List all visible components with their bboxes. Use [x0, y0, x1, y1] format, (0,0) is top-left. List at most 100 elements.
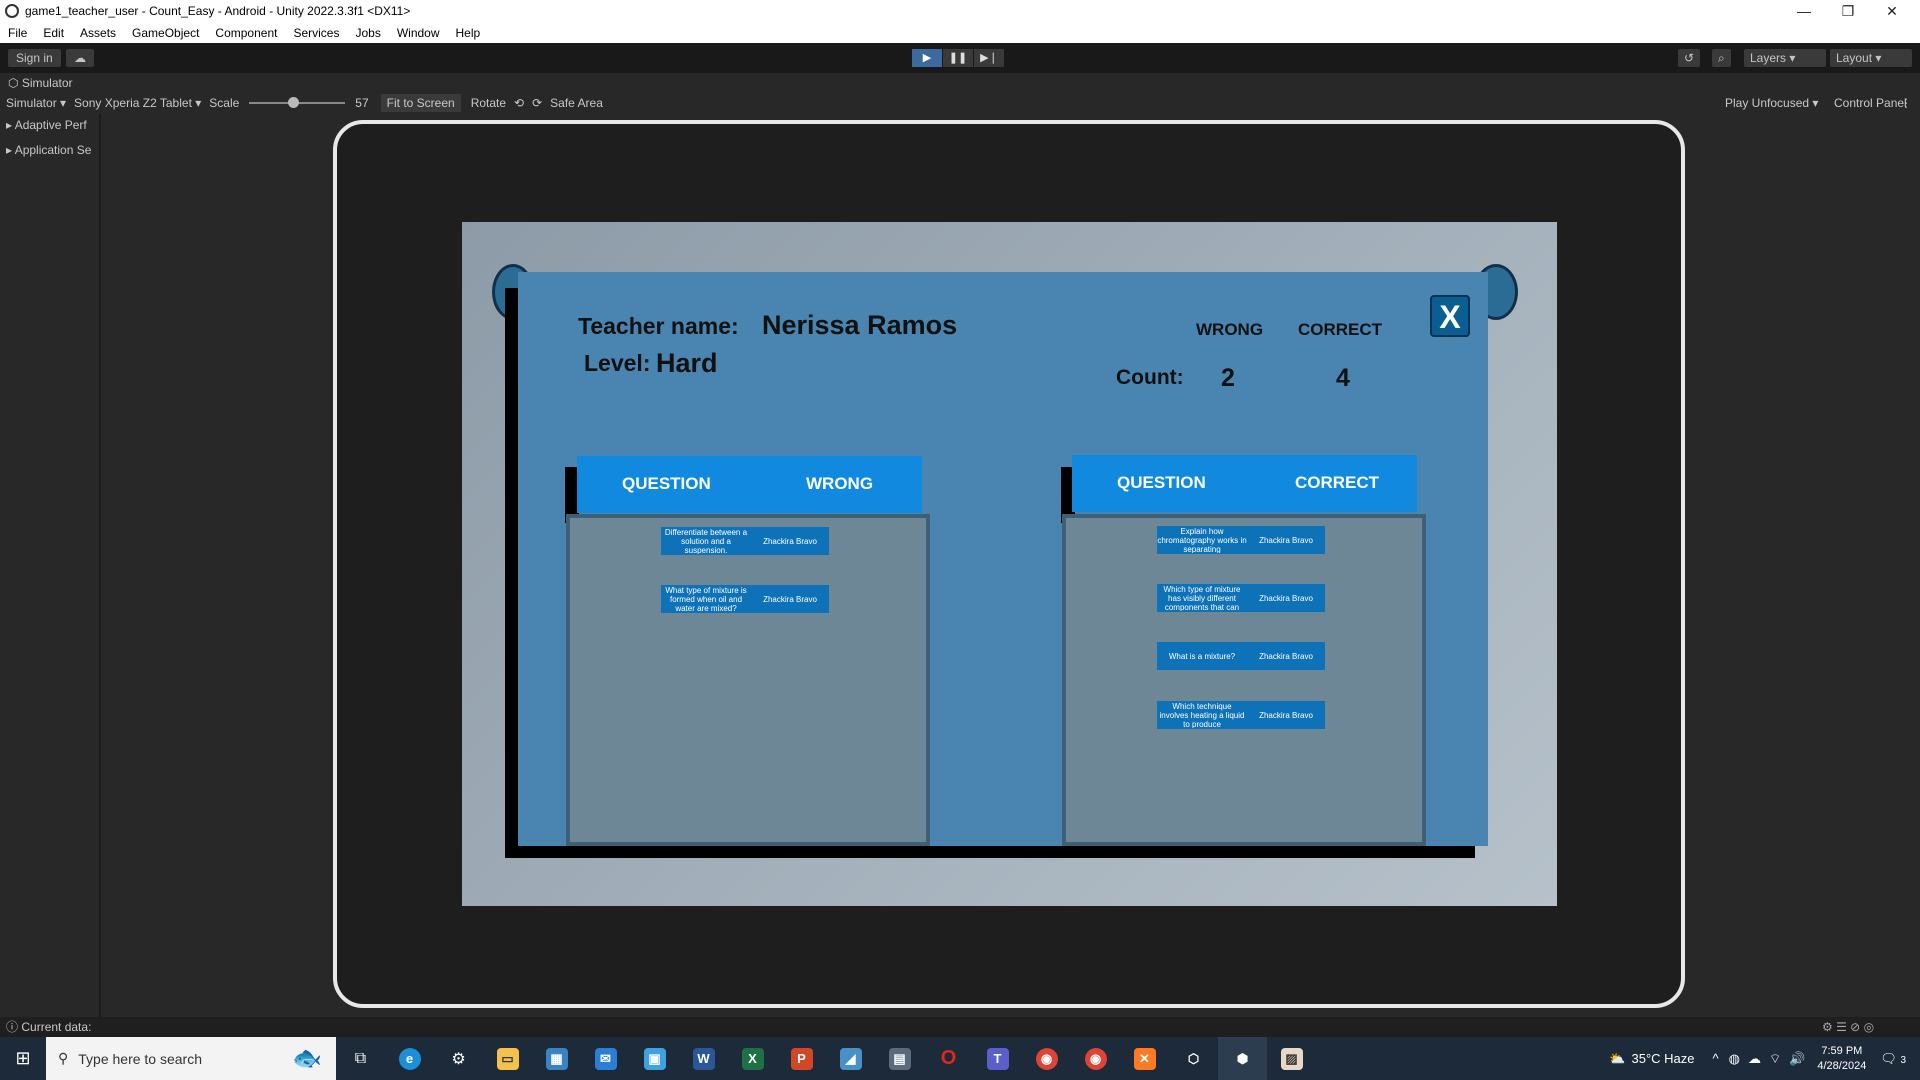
rotate-right-icon[interactable]: ⟳ — [530, 96, 544, 110]
chrome-icon[interactable]: ◉ — [1022, 1037, 1071, 1080]
search-icon[interactable]: ⌕ — [1712, 49, 1731, 67]
image-viewer-icon[interactable]: ▨ — [1267, 1037, 1316, 1080]
close-button[interactable]: X — [1430, 295, 1470, 337]
count-label: Count: — [1116, 366, 1184, 389]
unity-hub-icon[interactable]: ⬡ — [1169, 1037, 1218, 1080]
table-row[interactable]: What is a mixture? Zhackira Bravo — [1157, 642, 1325, 670]
chrome-profile-icon[interactable]: ◉ — [1071, 1037, 1120, 1080]
mail-icon[interactable]: ✉ — [581, 1037, 630, 1080]
simulator-mode-label: Simulator — [6, 96, 57, 110]
menu-window[interactable]: Window — [389, 26, 448, 40]
xampp-icon[interactable]: ✕ — [1120, 1037, 1169, 1080]
menu-help[interactable]: Help — [448, 26, 489, 40]
correct-table[interactable] — [1062, 514, 1426, 846]
table-row[interactable]: Explain how chromatography works in sepa… — [1157, 526, 1325, 554]
unity-editor-icon[interactable]: ⬢ — [1218, 1037, 1267, 1080]
opera-icon[interactable]: O — [924, 1037, 973, 1080]
window-title-bar: game1_teacher_user - Count_Easy - Androi… — [0, 0, 1920, 22]
app-icon[interactable]: ◢ — [826, 1037, 875, 1080]
correct-table-header: QUESTION CORRECT — [1072, 455, 1417, 512]
row-student: Zhackira Bravo — [1259, 710, 1313, 720]
row-question: What type of mixture is formed when oil … — [665, 586, 747, 612]
menu-assets[interactable]: Assets — [72, 26, 124, 40]
clock-time: 7:59 PM — [1821, 1044, 1863, 1057]
volume-icon[interactable]: 🔊 — [1789, 1051, 1805, 1067]
table-row[interactable]: Which type of mixture has visibly differ… — [1157, 584, 1325, 612]
table-row[interactable]: Differentiate between a solution and a s… — [661, 527, 829, 555]
store-icon[interactable]: ▦ — [532, 1037, 581, 1080]
layers-dropdown[interactable]: Layers ▾ — [1744, 49, 1826, 67]
menu-jobs[interactable]: Jobs — [347, 26, 388, 40]
clock[interactable]: 7:59 PM 4/28/2024 — [1817, 1044, 1866, 1074]
play-icon[interactable]: ▶ — [912, 49, 942, 67]
photos-icon[interactable]: ▣ — [630, 1037, 679, 1080]
row-student: Zhackira Bravo — [1259, 535, 1313, 545]
simulator-mode-dropdown[interactable]: Simulator ▾ — [4, 96, 68, 110]
cloud-icon[interactable]: ☁ — [66, 49, 94, 67]
table-row[interactable]: Which technique involves heating a liqui… — [1157, 701, 1325, 729]
scale-slider-knob[interactable] — [287, 97, 299, 108]
status-icons[interactable]: ⚙ ☰ ⊘ ◎ — [1822, 1017, 1874, 1037]
restore-button[interactable]: ❐ — [1826, 0, 1870, 22]
info-icon: ⓘ — [6, 1020, 19, 1034]
fit-to-screen-button[interactable]: Fit to Screen — [380, 94, 461, 112]
kebab-menu-icon[interactable]: ⋮ — [1900, 96, 1912, 110]
file-explorer-icon[interactable]: ▭ — [483, 1037, 532, 1080]
scale-slider[interactable] — [249, 97, 346, 108]
rotate-label: Rotate — [470, 96, 507, 110]
menu-component[interactable]: Component — [207, 26, 285, 40]
wrong-table[interactable] — [566, 514, 930, 846]
network-icon[interactable]: ◍ — [1729, 1051, 1740, 1067]
rotate-left-icon[interactable]: ⟲ — [512, 96, 526, 110]
scale-value: 57 — [355, 96, 369, 110]
word-icon[interactable]: W — [679, 1037, 728, 1080]
simulator-icon: ⬡ — [8, 76, 19, 90]
sign-in-button[interactable]: Sign in — [8, 49, 61, 67]
row-question: What is a mixture? — [1168, 651, 1236, 661]
safe-area-toggle[interactable]: Safe Area — [548, 96, 605, 110]
wifi-icon[interactable]: ⌔ — [1769, 1051, 1781, 1067]
close-window-button[interactable]: ✕ — [1870, 0, 1914, 22]
task-view-icon[interactable]: ⧉ — [336, 1037, 385, 1080]
play-controls: ▶ ❚❚ ▶❘ — [912, 49, 1005, 67]
calculator-icon[interactable]: ▤ — [875, 1037, 924, 1080]
onedrive-icon[interactable]: ☁ — [1748, 1051, 1761, 1067]
correct-header: CORRECT — [1298, 320, 1383, 339]
device-label: Sony Xperia Z2 Tablet — [74, 96, 192, 110]
excel-icon[interactable]: X — [728, 1037, 777, 1080]
play-mode-dropdown[interactable]: Play Unfocused ▾ — [1725, 96, 1818, 110]
minimize-button[interactable]: — — [1782, 0, 1826, 22]
menu-services[interactable]: Services — [285, 26, 347, 40]
device-dropdown[interactable]: Sony Xperia Z2 Tablet ▾ — [72, 96, 203, 110]
layout-dropdown[interactable]: Layout ▾ — [1830, 49, 1912, 67]
adaptive-performance-item[interactable]: ▸ Adaptive Perf — [0, 113, 99, 138]
teacher-name-value: Nerissa Ramos — [762, 310, 958, 340]
step-icon[interactable]: ▶❘ — [974, 49, 1004, 67]
simulator-tab[interactable]: ⬡ Simulator — [0, 73, 1920, 93]
settings-icon[interactable]: ⚙ — [434, 1037, 483, 1080]
menu-gameobject[interactable]: GameObject — [124, 26, 207, 40]
row-student: Zhackira Bravo — [763, 536, 817, 546]
chevron-up-icon[interactable]: ^ — [1713, 1051, 1719, 1066]
table-row[interactable]: What type of mixture is formed when oil … — [661, 585, 829, 613]
layers-label: Layers — [1750, 51, 1787, 65]
play-mode-label: Play Unfocused — [1725, 96, 1810, 110]
scale-label: Scale — [209, 96, 240, 110]
powerpoint-icon[interactable]: P — [777, 1037, 826, 1080]
status-text: Current data: — [21, 1020, 92, 1034]
weather-icon[interactable]: ⛅ — [1609, 1051, 1625, 1067]
search-placeholder: Type here to search — [78, 1050, 203, 1067]
control-panel-button[interactable]: Control Panel — [1834, 96, 1907, 110]
menu-file[interactable]: File — [0, 26, 35, 40]
correct-count: 4 — [1336, 364, 1350, 392]
edge-icon[interactable]: e — [385, 1037, 434, 1080]
pause-icon[interactable]: ❚❚ — [943, 49, 973, 67]
taskbar-search[interactable]: ⚲ Type here to search 🐟 — [46, 1037, 336, 1080]
menu-edit[interactable]: Edit — [35, 26, 72, 40]
history-icon[interactable]: ↺ — [1678, 49, 1701, 67]
notification-icon[interactable]: 🗨 3 — [1880, 1051, 1906, 1067]
weather-text[interactable]: 35°C Haze — [1631, 1051, 1694, 1066]
application-settings-item[interactable]: ▸ Application Se — [0, 138, 99, 163]
teams-icon[interactable]: T — [973, 1037, 1022, 1080]
windows-start-icon[interactable]: ⊞ — [0, 1037, 46, 1080]
